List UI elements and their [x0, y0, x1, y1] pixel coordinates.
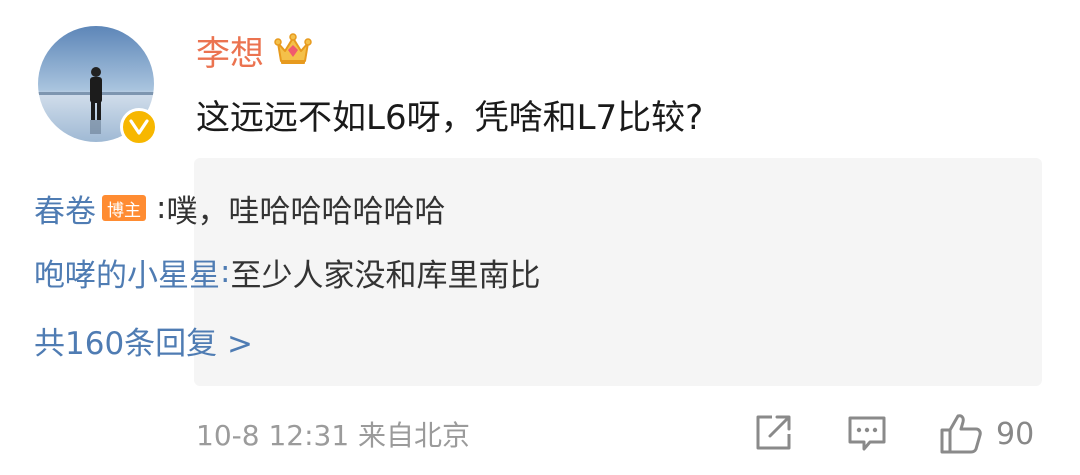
reply-separator: :	[156, 190, 167, 226]
username[interactable]: 李想	[196, 26, 264, 75]
verified-v-icon	[120, 108, 158, 146]
username-row: 李想	[196, 24, 312, 76]
comment-icon	[848, 416, 886, 451]
comment-text: 这远远不如L6呀，凭啥和L7比较?	[196, 97, 704, 138]
reply-separator: :	[220, 254, 231, 290]
like-count: 90	[996, 416, 1035, 452]
reply-text: 噗，哇哈哈哈哈哈哈	[166, 193, 446, 230]
more-replies-link[interactable]: 共160条回复 >	[34, 316, 253, 364]
thumbs-up-icon	[940, 414, 982, 454]
like-button[interactable]: 90	[938, 412, 1034, 456]
share-icon	[756, 415, 791, 450]
reply-author[interactable]: 咆哮的小星星	[34, 250, 220, 295]
reply-author[interactable]: 春卷	[34, 186, 96, 231]
reply-item[interactable]: 咆哮的小星星 : 至少人家没和库里南比	[34, 248, 540, 296]
reply-text: 至少人家没和库里南比	[230, 257, 541, 294]
reply-item[interactable]: 春卷 博主 : 噗，哇哈哈哈哈哈哈	[34, 184, 445, 232]
share-button[interactable]	[752, 412, 794, 454]
crown-icon	[274, 33, 312, 67]
blogger-badge: 博主	[102, 195, 146, 221]
timestamp-location: 10-8 12:31 来自北京	[196, 419, 471, 452]
comment-button[interactable]	[846, 412, 888, 454]
